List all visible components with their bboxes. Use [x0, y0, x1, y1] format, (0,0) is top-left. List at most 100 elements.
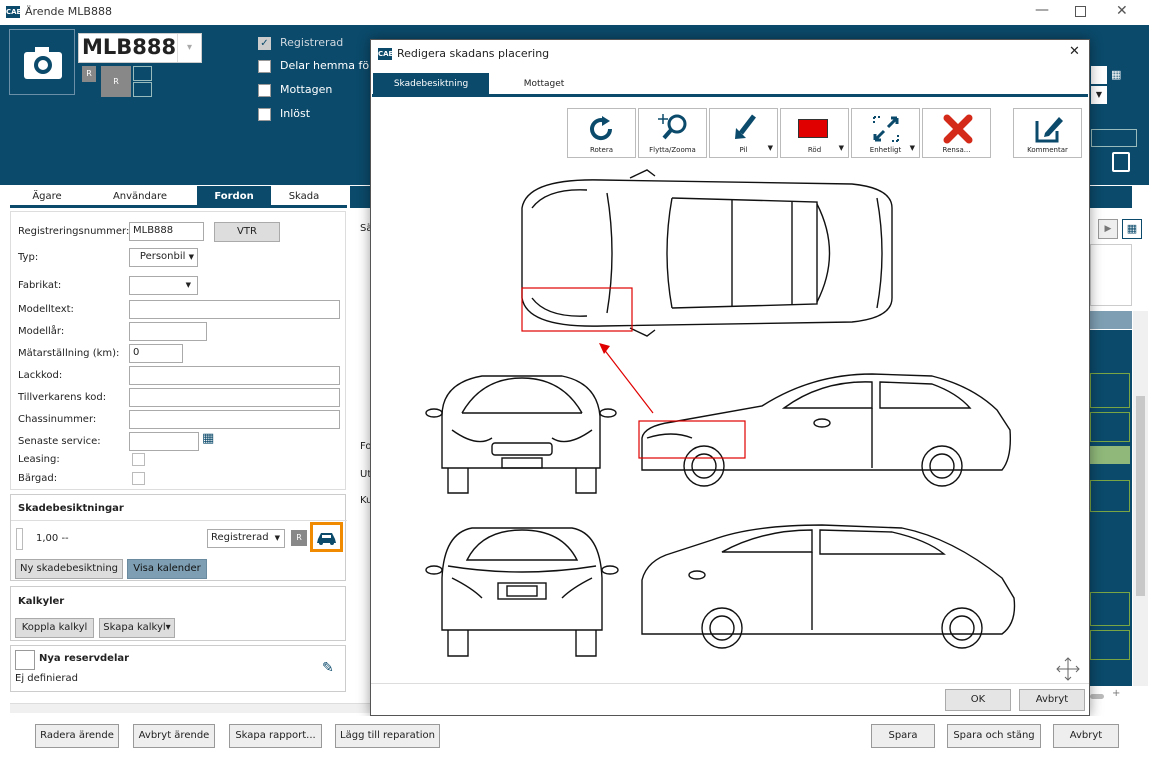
tab-agare[interactable]: Ägare: [10, 186, 84, 208]
list-item[interactable]: [1090, 630, 1130, 660]
chassi-input[interactable]: [129, 410, 340, 429]
arrow-pen-icon: [735, 114, 756, 139]
comment-tool[interactable]: Kommentar: [1013, 108, 1082, 158]
thumb-slot-1[interactable]: [133, 66, 152, 81]
thumb-slot-2[interactable]: [133, 82, 152, 97]
tab-anvandare[interactable]: Användare: [103, 186, 177, 208]
vtr-button[interactable]: VTR: [214, 222, 280, 242]
dialog-cancel-button[interactable]: Avbryt: [1019, 689, 1085, 711]
list-item-highlight[interactable]: [1090, 446, 1130, 464]
checkbox[interactable]: [258, 84, 271, 97]
reservdelar-title: Nya reservdelar: [39, 653, 130, 664]
skapa-kalkyl-button[interactable]: Skapa kalkyl▾: [99, 618, 175, 638]
chevron-down-icon[interactable]: ▾: [177, 34, 201, 62]
pencil-icon[interactable]: ✎: [322, 660, 334, 676]
plus-icon[interactable]: +: [1112, 688, 1120, 699]
skade-status-select[interactable]: Registrerad ▼: [207, 529, 285, 548]
leasing-checkbox[interactable]: [132, 453, 145, 466]
save-button[interactable]: Spara: [871, 724, 935, 748]
tab-skadebesiktning[interactable]: Skadebesiktning: [373, 73, 489, 94]
list-item[interactable]: [1090, 412, 1130, 442]
tab-mottaget[interactable]: Mottaget: [496, 73, 592, 94]
checkbox[interactable]: [258, 60, 271, 73]
tab-skada[interactable]: Skada: [267, 186, 341, 208]
rotate-tool[interactable]: Rotera: [567, 108, 636, 158]
show-calendar-button[interactable]: Visa kalender: [127, 559, 207, 579]
tab-fordon[interactable]: Fordon: [197, 186, 271, 208]
r-badge-large[interactable]: R: [101, 66, 131, 97]
scrollbar[interactable]: [1133, 311, 1148, 686]
modelltext-input[interactable]: [129, 300, 340, 319]
fabrikat-select[interactable]: ▼: [129, 276, 198, 295]
car-icon: [317, 533, 336, 545]
new-inspection-button[interactable]: Ny skadebesiktning: [15, 559, 123, 579]
app-icon: CAB: [6, 6, 22, 18]
right-list: [1090, 330, 1132, 686]
lackkod-input[interactable]: [129, 366, 340, 385]
chevron-down-icon[interactable]: ▼: [839, 144, 844, 152]
checkbox-checked-icon[interactable]: ✓: [258, 37, 271, 50]
chevron-down-icon[interactable]: ▼: [768, 144, 773, 152]
check-label: Registrerad: [280, 36, 344, 49]
save-close-button[interactable]: Spara och stäng: [947, 724, 1041, 748]
matar-input[interactable]: 0: [129, 344, 183, 363]
edit-damage-dialog: CAB Redigera skadans placering ✕ Skadebe…: [370, 39, 1090, 716]
tillverkare-input[interactable]: [129, 388, 340, 407]
typ-select[interactable]: Personbil ▼: [129, 248, 198, 267]
car-diagram-canvas[interactable]: [372, 168, 1088, 684]
select-stub[interactable]: ▼: [1091, 86, 1107, 104]
middle-tab-stub[interactable]: [350, 186, 370, 208]
chevron-down-icon[interactable]: ▼: [910, 144, 915, 152]
camera-button[interactable]: [9, 29, 75, 95]
delete-case-button[interactable]: Radera ärende: [35, 724, 119, 748]
modellar-input[interactable]: [129, 322, 207, 341]
clear-x-icon: [943, 114, 973, 144]
clipboard-icon[interactable]: [1112, 152, 1130, 172]
checkbox[interactable]: [258, 108, 271, 121]
maximize-button[interactable]: [1075, 6, 1086, 17]
bargad-checkbox[interactable]: [132, 472, 145, 485]
move-zoom-tool[interactable]: Flytta/Zooma: [638, 108, 707, 158]
horizontal-scrollbar[interactable]: [10, 703, 370, 713]
calendar-icon[interactable]: ▦: [1122, 219, 1142, 239]
create-report-button[interactable]: Skapa rapport...: [229, 724, 322, 748]
r-badge[interactable]: R: [291, 530, 307, 546]
zoom-slider[interactable]: [1090, 694, 1104, 699]
leasing-label: Leasing:: [18, 454, 60, 465]
reservdelar-checkbox[interactable]: [15, 650, 35, 670]
calendar-icon[interactable]: ▦: [202, 431, 214, 446]
damage-arrow-line[interactable]: [602, 347, 654, 414]
damage-arrowhead: [599, 343, 610, 354]
cancel-case-button[interactable]: Avbryt ärende: [133, 724, 215, 748]
cancel-button[interactable]: Avbryt: [1053, 724, 1119, 748]
ok-button[interactable]: OK: [945, 689, 1011, 711]
car-damage-button[interactable]: [310, 522, 343, 552]
koppla-kalkyl-button[interactable]: Koppla kalkyl: [15, 618, 94, 638]
move-cursor-icon[interactable]: [1056, 657, 1080, 681]
dialog-close-button[interactable]: ✕: [1069, 44, 1080, 59]
color-tool[interactable]: Röd ▼: [780, 108, 849, 158]
list-item[interactable]: [1090, 592, 1130, 626]
damage-mark-top[interactable]: [521, 287, 633, 332]
reservdelar-section: Nya reservdelar Ej definierad ✎: [10, 645, 346, 692]
tool-label: Kommentar: [1027, 146, 1068, 154]
dialog-tabs: Skadebesiktning Mottaget: [372, 73, 1088, 97]
fit-tool[interactable]: Enhetligt ▼: [851, 108, 920, 158]
pen-tool[interactable]: Pil ▼: [709, 108, 778, 158]
right-nav: ▶ ▦: [1090, 219, 1142, 241]
text-field-stub[interactable]: [1091, 129, 1137, 147]
calendar-icon[interactable]: ▦: [1111, 68, 1121, 81]
reg-input[interactable]: MLB888: [129, 222, 204, 241]
minimize-button[interactable]: —: [1035, 2, 1049, 18]
scrollbar-thumb[interactable]: [1136, 396, 1145, 596]
close-window-button[interactable]: ✕: [1116, 3, 1128, 19]
list-item[interactable]: [1090, 373, 1130, 408]
play-icon[interactable]: ▶: [1098, 219, 1118, 239]
date-field-stub[interactable]: [1091, 66, 1107, 84]
list-item[interactable]: [1090, 480, 1130, 512]
add-repair-button[interactable]: Lägg till reparation: [335, 724, 440, 748]
registration-field[interactable]: MLB888 ▾: [78, 33, 202, 63]
clear-tool[interactable]: Rensa...: [922, 108, 991, 158]
r-badge-small[interactable]: R: [82, 66, 96, 82]
service-input[interactable]: [129, 432, 199, 451]
